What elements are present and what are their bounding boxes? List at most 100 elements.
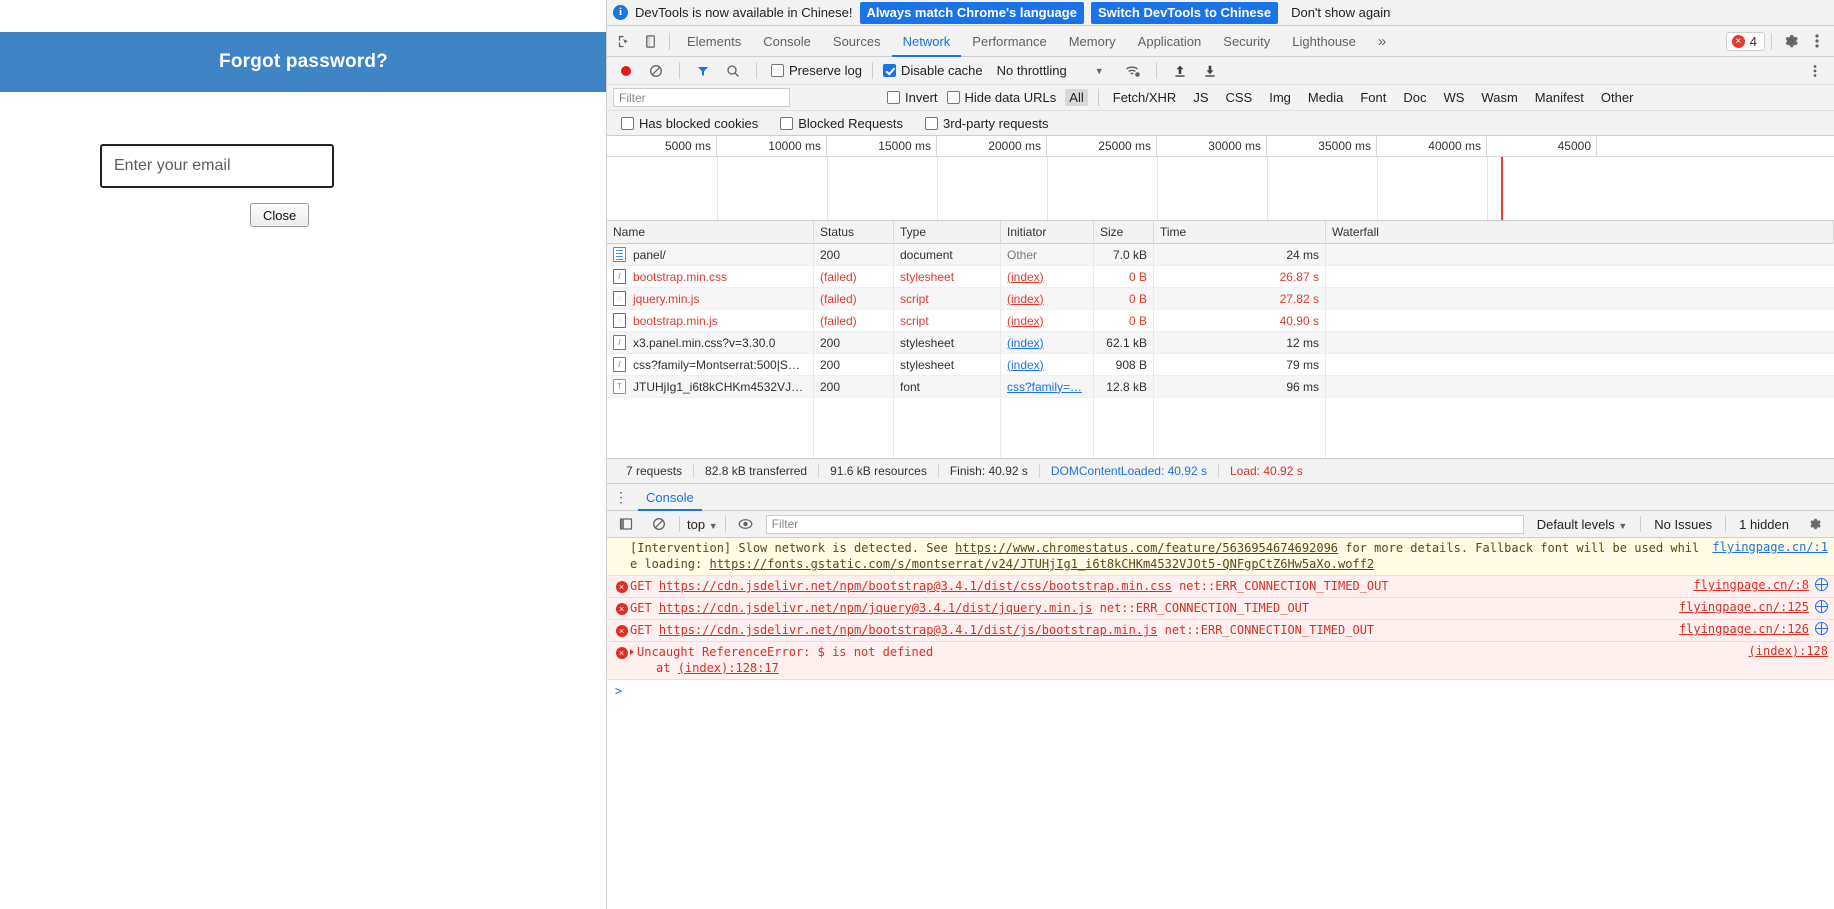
request-name-cell[interactable]: / x3.panel.min.css?v=3.30.0 [607,331,814,354]
console-message-error[interactable]: × GET https://cdn.jsdelivr.net/npm/jquer… [607,598,1834,620]
column-header-initiator[interactable]: Initiator [1001,220,1094,244]
tab-memory[interactable]: Memory [1058,26,1127,57]
blocked-requests-checkbox[interactable]: Blocked Requests [780,116,903,131]
table-row[interactable]: panel/ 200 document Other 7.0 kB 24 ms [607,243,1834,266]
console-message-warning[interactable]: [Intervention] Slow network is detected.… [607,538,1834,576]
filter-type-font[interactable]: Font [1356,89,1390,106]
drawer-menu-icon[interactable]: ⋮ [612,490,630,504]
request-url-link[interactable]: https://cdn.jsdelivr.net/npm/jquery@3.4.… [659,601,1092,615]
sidebar-toggle-icon[interactable] [613,511,639,537]
request-name-cell[interactable]: / bootstrap.min.css [607,265,814,288]
close-button[interactable]: Close [250,203,310,227]
table-row[interactable]: T JTUHjIg1_i6t8kCHKm4532VJ… 200 font css… [607,375,1834,398]
clear-icon[interactable] [643,58,669,84]
request-name-cell[interactable]: ◌ jquery.min.js [607,287,814,310]
expand-triangle-icon[interactable] [630,649,634,655]
request-name-cell[interactable]: / css?family=Montserrat:500|S… [607,353,814,376]
tab-application[interactable]: Application [1127,26,1213,57]
request-initiator[interactable]: (index) [1001,309,1094,332]
table-row[interactable]: / x3.panel.min.css?v=3.30.0 200 styleshe… [607,331,1834,354]
filter-type-doc[interactable]: Doc [1399,89,1430,106]
filter-type-css[interactable]: CSS [1222,89,1257,106]
filter-type-img[interactable]: Img [1265,89,1295,106]
invert-checkbox[interactable]: Invert [887,90,938,105]
column-header-waterfall[interactable]: Waterfall [1326,220,1834,244]
console-filter-input[interactable] [765,514,1524,534]
tab-console-drawer[interactable]: Console [638,484,702,511]
console-message-source[interactable]: flyingpage.cn/:126 [1667,622,1809,636]
error-count-badge[interactable]: × 4 [1725,31,1765,51]
request-url-link[interactable]: https://cdn.jsdelivr.net/npm/bootstrap@3… [659,579,1172,593]
request-initiator[interactable]: (index) [1001,265,1094,288]
request-initiator[interactable]: (index) [1001,287,1094,310]
network-timeline-overview[interactable]: 5000 ms 10000 ms 15000 ms 20000 ms 25000… [607,136,1834,221]
more-tabs-icon[interactable]: » [1367,26,1397,57]
column-header-name[interactable]: Name [607,220,814,244]
always-match-language-button[interactable]: Always match Chrome's language [859,1,1084,24]
console-prompt[interactable]: > [607,680,1834,702]
throttling-select[interactable]: No throttling [997,63,1067,78]
table-row[interactable]: ◌ bootstrap.min.js (failed) script (inde… [607,309,1834,332]
network-filter-input[interactable] [613,88,790,107]
wifi-settings-icon[interactable] [1120,58,1146,84]
table-row[interactable]: / bootstrap.min.css (failed) stylesheet … [607,265,1834,288]
tab-network[interactable]: Network [892,26,962,57]
filter-type-manifest[interactable]: Manifest [1531,89,1588,106]
console-levels-select[interactable]: Default levels ▼ [1531,517,1634,532]
request-initiator[interactable]: (index) [1001,331,1094,354]
filter-type-other[interactable]: Other [1597,89,1638,106]
table-row[interactable]: ◌ jquery.min.js (failed) script (index) … [607,287,1834,310]
request-initiator[interactable]: (index) [1001,353,1094,376]
console-context-select[interactable]: top ▼ [687,517,718,532]
tab-console[interactable]: Console [752,26,822,57]
column-header-type[interactable]: Type [894,220,1001,244]
console-settings-icon[interactable] [1802,511,1828,537]
download-icon[interactable] [1197,58,1223,84]
inspect-element-icon[interactable] [611,28,637,54]
dont-show-again-button[interactable]: Don't show again [1285,1,1396,24]
network-globe-icon[interactable] [1815,578,1828,591]
console-issues-button[interactable]: No Issues [1648,517,1718,532]
network-globe-icon[interactable] [1815,600,1828,613]
email-field[interactable] [100,144,334,188]
switch-devtools-language-button[interactable]: Switch DevTools to Chinese [1090,1,1279,24]
console-message-source[interactable]: flyingpage.cn/:8 [1681,578,1809,592]
request-initiator[interactable]: css?family=… [1001,375,1094,398]
disable-cache-checkbox[interactable]: Disable cache [882,63,983,78]
console-message-source[interactable]: flyingpage.cn/:1 [1700,540,1828,554]
clear-console-icon[interactable] [646,511,672,537]
tab-security[interactable]: Security [1212,26,1281,57]
console-message-source[interactable]: flyingpage.cn/:125 [1667,600,1809,614]
upload-icon[interactable] [1167,58,1193,84]
column-header-size[interactable]: Size [1094,220,1154,244]
tab-sources[interactable]: Sources [822,26,892,57]
console-message-error[interactable]: × Uncaught ReferenceError: $ is not defi… [607,642,1834,680]
filter-type-wasm[interactable]: Wasm [1477,89,1521,106]
chevron-down-icon[interactable]: ▼ [1095,66,1104,76]
device-toolbar-icon[interactable] [637,28,663,54]
request-url-link[interactable]: https://cdn.jsdelivr.net/npm/bootstrap@3… [659,623,1158,637]
request-name-cell[interactable]: ◌ bootstrap.min.js [607,309,814,332]
gstatic-font-link[interactable]: https://fonts.gstatic.com/s/montserrat/v… [709,557,1374,571]
hide-data-urls-checkbox[interactable]: Hide data URLs [946,90,1056,105]
preserve-log-checkbox[interactable]: Preserve log [771,63,862,78]
console-message-error[interactable]: × GET https://cdn.jsdelivr.net/npm/boots… [607,576,1834,598]
record-icon[interactable] [613,58,639,84]
network-globe-icon[interactable] [1815,622,1828,635]
filter-type-media[interactable]: Media [1304,89,1347,106]
filter-type-fetch-xhr[interactable]: Fetch/XHR [1109,89,1181,106]
has-blocked-cookies-checkbox[interactable]: Has blocked cookies [621,116,758,131]
third-party-requests-checkbox[interactable]: 3rd-party requests [925,116,1049,131]
kebab-menu-icon[interactable] [1804,28,1830,54]
console-hidden-count[interactable]: 1 hidden [1733,517,1795,532]
filter-type-js[interactable]: JS [1189,89,1212,106]
network-settings-icon[interactable] [1802,58,1828,84]
gear-icon[interactable] [1778,28,1804,54]
funnel-icon[interactable] [690,58,716,84]
stack-frame-link[interactable]: (index):128:17 [678,661,779,675]
column-header-time[interactable]: Time [1154,220,1326,244]
table-row[interactable]: / css?family=Montserrat:500|S… 200 style… [607,353,1834,376]
tab-elements[interactable]: Elements [676,26,752,57]
filter-type-all[interactable]: All [1065,89,1088,106]
live-expression-icon[interactable] [733,511,759,537]
